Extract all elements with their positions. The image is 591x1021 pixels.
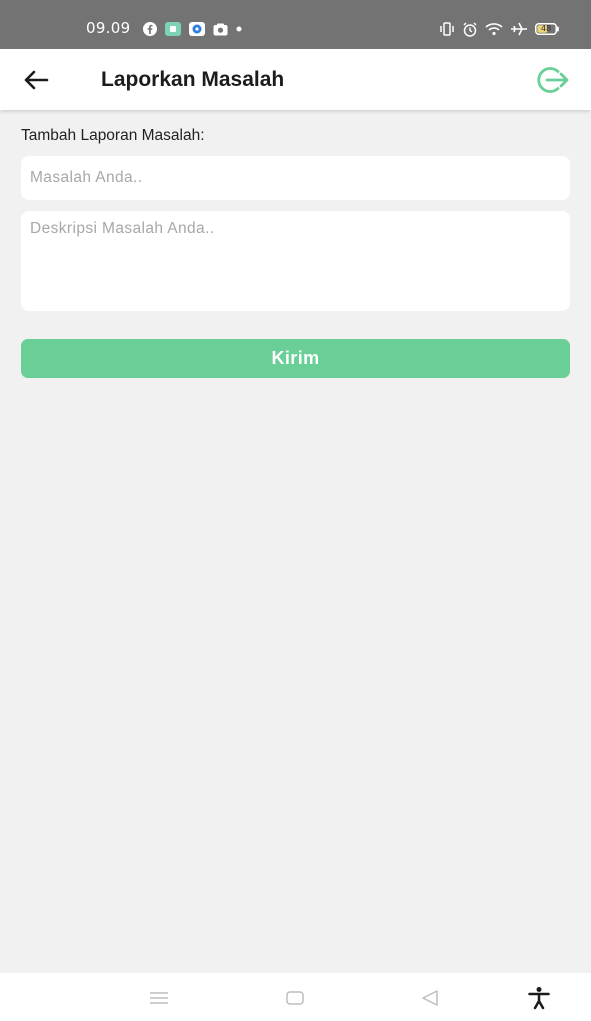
photo-icon [213,23,228,36]
page-title: Laporkan Masalah [101,68,285,91]
form-section-label: Tambah Laporan Masalah: [21,127,205,144]
problem-description-input[interactable] [21,211,570,311]
back-nav-button[interactable] [415,985,445,1011]
battery-icon: 48 [535,23,559,35]
back-icon [420,989,440,1007]
status-bar: 09.09 48 [0,0,591,49]
facebook-icon [143,22,157,36]
back-button[interactable] [20,65,52,95]
submit-button[interactable]: Kirim [21,339,570,378]
more-dot-icon [236,26,242,32]
alarm-icon [462,21,478,37]
logout-icon [536,65,570,95]
recent-apps-icon [149,991,169,1005]
app-bar: Laporkan Masalah [0,49,591,110]
vibrate-icon [439,22,455,36]
arrow-left-icon [23,70,49,90]
home-icon [285,990,305,1006]
status-system-icons: 48 [439,20,559,38]
logout-button[interactable] [535,63,571,97]
app-notification-icon [165,22,181,36]
wifi-icon [485,22,503,36]
problem-title-input[interactable] [21,156,570,200]
home-button[interactable] [280,985,310,1011]
status-notification-icons [143,21,242,37]
accessibility-button[interactable] [524,985,554,1011]
airplane-icon [510,22,528,36]
messenger-icon [189,22,205,36]
accessibility-icon [528,986,550,1010]
recent-apps-button[interactable] [144,985,174,1011]
status-time: 09.09 [86,19,131,37]
system-nav-bar [0,973,591,1021]
battery-level: 48 [541,24,552,33]
